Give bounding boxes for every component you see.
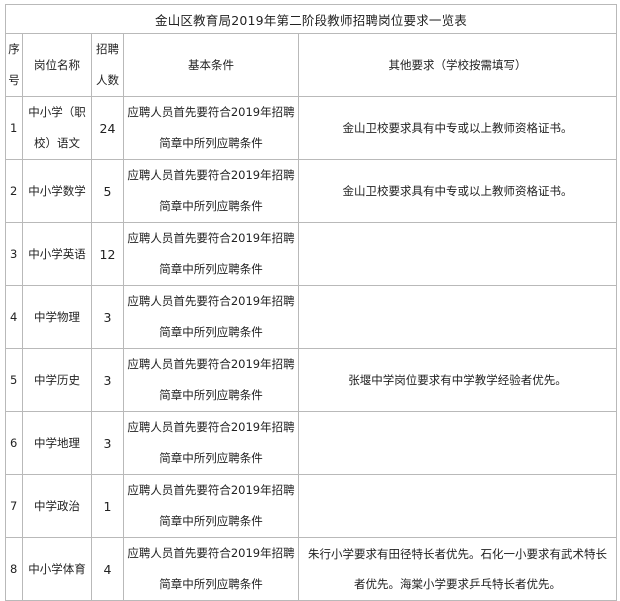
row-position: 中小学数学 xyxy=(22,159,92,223)
row-basic: 应聘人员首先要符合2019年招聘简章中所列应聘条件 xyxy=(123,285,299,349)
row-other xyxy=(297,411,618,475)
row-no: 5 xyxy=(5,348,23,412)
table-row: 4 中学物理 3 应聘人员首先要符合2019年招聘简章中所列应聘条件 xyxy=(5,285,618,349)
row-basic: 应聘人员首先要符合2019年招聘简章中所列应聘条件 xyxy=(123,222,299,286)
row-position: 中学物理 xyxy=(22,285,92,349)
row-count: 3 xyxy=(91,285,124,349)
row-basic: 应聘人员首先要符合2019年招聘简章中所列应聘条件 xyxy=(123,474,299,538)
table-row: 1 中小学（职校）语文 24 应聘人员首先要符合2019年招聘简章中所列应聘条件… xyxy=(5,96,618,160)
row-no: 4 xyxy=(5,285,23,349)
row-other xyxy=(297,474,618,538)
header-no: 序号 xyxy=(5,33,23,97)
row-count: 3 xyxy=(91,411,124,475)
row-count: 3 xyxy=(91,348,124,412)
row-count: 5 xyxy=(91,159,124,223)
row-basic: 应聘人员首先要符合2019年招聘简章中所列应聘条件 xyxy=(123,96,299,160)
row-no: 8 xyxy=(5,537,23,601)
table-row: 5 中学历史 3 应聘人员首先要符合2019年招聘简章中所列应聘条件 张堰中学岗… xyxy=(5,348,618,412)
header-other: 其他要求（学校按需填写） xyxy=(297,33,618,97)
header-count: 招聘人数 xyxy=(91,33,124,97)
row-position: 中学历史 xyxy=(22,348,92,412)
row-basic: 应聘人员首先要符合2019年招聘简章中所列应聘条件 xyxy=(123,411,299,475)
row-position: 中小学英语 xyxy=(22,222,92,286)
table-row: 7 中学政治 1 应聘人员首先要符合2019年招聘简章中所列应聘条件 xyxy=(5,474,618,538)
row-basic: 应聘人员首先要符合2019年招聘简章中所列应聘条件 xyxy=(123,159,299,223)
row-other xyxy=(297,222,618,286)
table-title-row: 金山区教育局2019年第二阶段教师招聘岗位要求一览表 xyxy=(4,4,618,34)
recruitment-table: 金山区教育局2019年第二阶段教师招聘岗位要求一览表 序号 岗位名称 招聘人数 … xyxy=(4,4,618,601)
row-position: 中学政治 xyxy=(22,474,92,538)
table-header-row: 序号 岗位名称 招聘人数 基本条件 其他要求（学校按需填写） xyxy=(5,33,618,97)
row-count: 4 xyxy=(91,537,124,601)
table-row: 3 中小学英语 12 应聘人员首先要符合2019年招聘简章中所列应聘条件 xyxy=(5,222,618,286)
table-row: 6 中学地理 3 应聘人员首先要符合2019年招聘简章中所列应聘条件 xyxy=(5,411,618,475)
row-no: 3 xyxy=(5,222,23,286)
row-basic: 应聘人员首先要符合2019年招聘简章中所列应聘条件 xyxy=(123,348,299,412)
row-other: 金山卫校要求具有中专或以上教师资格证书。 xyxy=(297,159,618,223)
row-count: 24 xyxy=(91,96,124,160)
row-no: 6 xyxy=(5,411,23,475)
row-position: 中学地理 xyxy=(22,411,92,475)
table-row: 8 中小学体育 4 应聘人员首先要符合2019年招聘简章中所列应聘条件 朱行小学… xyxy=(5,537,618,601)
row-other: 金山卫校要求具有中专或以上教师资格证书。 xyxy=(297,96,618,160)
row-no: 1 xyxy=(5,96,23,160)
table-row: 2 中小学数学 5 应聘人员首先要符合2019年招聘简章中所列应聘条件 金山卫校… xyxy=(5,159,618,223)
row-other xyxy=(297,285,618,349)
row-position: 中小学（职校）语文 xyxy=(22,96,92,160)
row-count: 12 xyxy=(91,222,124,286)
table-title: 金山区教育局2019年第二阶段教师招聘岗位要求一览表 xyxy=(4,4,618,34)
row-count: 1 xyxy=(91,474,124,538)
header-position: 岗位名称 xyxy=(22,33,92,97)
row-no: 2 xyxy=(5,159,23,223)
row-no: 7 xyxy=(5,474,23,538)
recruitment-requirements-sheet: 金山区教育局2019年第二阶段教师招聘岗位要求一览表 序号 岗位名称 招聘人数 … xyxy=(4,4,618,601)
header-basic: 基本条件 xyxy=(123,33,299,97)
row-other: 张堰中学岗位要求有中学教学经验者优先。 xyxy=(297,348,618,412)
row-basic: 应聘人员首先要符合2019年招聘简章中所列应聘条件 xyxy=(123,537,299,601)
row-other: 朱行小学要求有田径特长者优先。石化一小要求有武术特长者优先。海棠小学要求乒乓特长… xyxy=(297,537,618,601)
row-position: 中小学体育 xyxy=(22,537,92,601)
